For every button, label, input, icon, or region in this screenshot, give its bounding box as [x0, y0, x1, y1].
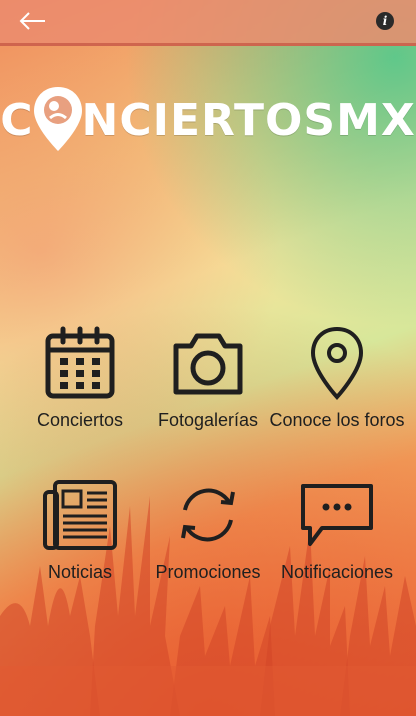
menu-item-fotogalerias[interactable]: Fotogalerías	[138, 326, 278, 431]
menu-item-notificaciones[interactable]: Notificaciones	[267, 478, 407, 583]
menu-item-label: Conoce los foros	[269, 410, 405, 430]
menu-item-noticias[interactable]: Noticias	[10, 478, 150, 583]
logo-text-end: NCIERTOSMX	[81, 94, 416, 146]
menu-item-conoce-los-foros[interactable]: Conoce los foros	[267, 326, 407, 431]
map-pin-icon	[310, 326, 364, 400]
menu-item-label: Noticias	[47, 562, 113, 582]
app-logo: C NCIERTOSMX	[0, 80, 416, 160]
logo-text-start: C	[0, 94, 34, 146]
menu-item-label: Fotogalerías	[157, 410, 259, 430]
newspaper-icon	[43, 480, 117, 550]
arrow-left-icon[interactable]	[18, 8, 48, 34]
refresh-icon	[181, 488, 235, 542]
menu-item-conciertos[interactable]: Conciertos	[10, 326, 150, 431]
map-pin-logo-icon	[33, 87, 82, 151]
camera-icon	[173, 333, 243, 395]
menu-item-label: Notificaciones	[280, 562, 394, 582]
menu-item-promociones[interactable]: Promociones	[138, 478, 278, 583]
menu-item-label: Promociones	[155, 562, 261, 582]
calendar-icon	[45, 326, 115, 399]
menu-item-label: Conciertos	[36, 410, 124, 430]
top-app-bar: i	[0, 0, 416, 46]
chat-bubble-icon	[301, 484, 373, 546]
info-icon[interactable]: i	[376, 12, 394, 30]
